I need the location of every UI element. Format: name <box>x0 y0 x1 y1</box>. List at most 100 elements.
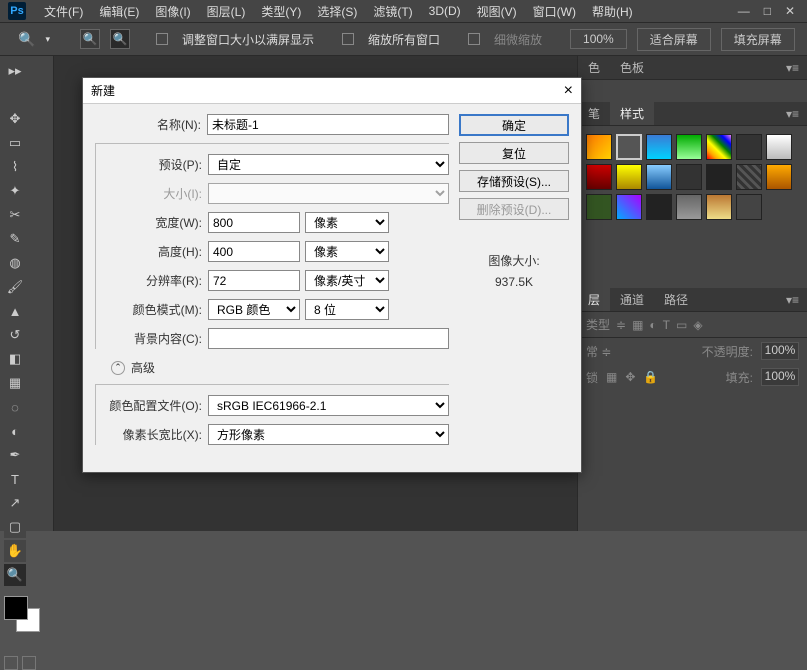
foreground-color-swatch[interactable] <box>4 596 28 620</box>
menu-view[interactable]: 视图(V) <box>469 3 525 20</box>
zoom-all-checkbox[interactable] <box>342 33 354 45</box>
style-swatch[interactable] <box>736 134 762 160</box>
panel-menu-icon[interactable]: ▾≡ <box>778 293 807 307</box>
zoom-tool[interactable]: 🔍 <box>4 564 26 586</box>
zoom-out-button[interactable]: 🔍 <box>110 29 130 49</box>
filter-adjust-icon[interactable]: ◐ <box>649 318 656 332</box>
type-tool[interactable]: T <box>4 468 26 490</box>
style-swatch[interactable] <box>706 134 732 160</box>
menu-image[interactable]: 图像(I) <box>147 3 198 20</box>
tab-styles[interactable]: 样式 <box>610 102 654 125</box>
lock-pixels-icon[interactable]: ▦ <box>606 370 617 384</box>
bit-depth-select[interactable]: 8 位 <box>305 299 389 320</box>
preset-select[interactable]: 自定 <box>208 154 449 175</box>
style-swatch[interactable] <box>676 194 702 220</box>
dodge-tool[interactable]: ◐ <box>4 420 26 442</box>
resolution-unit-select[interactable]: 像素/英寸 <box>305 270 389 291</box>
filter-smart-icon[interactable]: ◈ <box>693 318 702 332</box>
eyedropper-tool[interactable]: ✎ <box>4 228 26 250</box>
blur-tool[interactable]: ◌ <box>4 396 26 418</box>
marquee-tool[interactable]: ▭ <box>4 132 26 154</box>
color-swatches[interactable] <box>4 596 44 636</box>
filter-pixel-icon[interactable]: ▦ <box>632 318 643 332</box>
menu-select[interactable]: 选择(S) <box>309 3 365 20</box>
menu-file[interactable]: 文件(F) <box>36 3 91 20</box>
screen-mode[interactable] <box>4 656 36 670</box>
menu-3d[interactable]: 3D(D) <box>421 4 469 18</box>
lock-all-icon[interactable]: 🔒 <box>643 370 658 384</box>
scrubby-checkbox[interactable] <box>468 33 480 45</box>
tab-swatches[interactable]: 色板 <box>610 56 654 79</box>
gradient-tool[interactable]: ▦ <box>4 372 26 394</box>
style-swatch[interactable] <box>586 164 612 190</box>
style-swatch[interactable] <box>766 134 792 160</box>
advanced-toggle[interactable]: ⌃ 高级 <box>111 359 449 376</box>
menu-help[interactable]: 帮助(H) <box>584 3 641 20</box>
panel-menu-icon[interactable]: ▾≡ <box>778 61 807 75</box>
hand-tool[interactable]: ✋ <box>4 540 26 562</box>
resolution-input[interactable] <box>208 270 300 291</box>
expand-toolbox-icon[interactable]: ▸▸ <box>4 60 26 82</box>
menu-window[interactable]: 窗口(W) <box>525 3 584 20</box>
blend-mode-dropdown[interactable]: 常 ≑ <box>586 343 611 360</box>
style-swatch[interactable] <box>646 194 672 220</box>
cancel-button[interactable]: 复位 <box>459 142 569 164</box>
filter-type-icon[interactable]: T <box>663 318 670 332</box>
menu-layer[interactable]: 图层(L) <box>199 3 254 20</box>
menu-type[interactable]: 类型(Y) <box>253 3 309 20</box>
kind-dropdown[interactable]: ≑ <box>616 318 626 332</box>
style-swatch[interactable] <box>676 164 702 190</box>
zoom-in-button[interactable]: 🔍 <box>80 29 100 49</box>
lock-position-icon[interactable]: ✥ <box>625 370 635 384</box>
style-swatch[interactable] <box>646 164 672 190</box>
crop-tool[interactable]: ✂ <box>4 204 26 226</box>
path-tool[interactable]: ↗ <box>4 492 26 514</box>
tab-paths[interactable]: 路径 <box>654 288 698 311</box>
close-icon[interactable]: × <box>564 82 573 100</box>
style-swatch[interactable] <box>586 194 612 220</box>
zoom-100-button[interactable]: 100% <box>570 29 627 49</box>
height-unit-select[interactable]: 像素 <box>305 241 389 262</box>
save-preset-button[interactable]: 存储预设(S)... <box>459 170 569 192</box>
style-swatch[interactable] <box>766 164 792 190</box>
move-tool[interactable]: ✥ <box>4 108 26 130</box>
eraser-tool[interactable]: ◧ <box>4 348 26 370</box>
menu-filter[interactable]: 滤镜(T) <box>365 3 420 20</box>
healing-tool[interactable]: ◍ <box>4 252 26 274</box>
tab-brushes[interactable]: 笔 <box>578 102 610 125</box>
tab-channels[interactable]: 通道 <box>610 288 654 311</box>
background-select[interactable]: 透明 <box>208 328 449 349</box>
maximize-icon[interactable]: □ <box>764 4 771 18</box>
magic-wand-tool[interactable]: ✦ <box>4 180 26 202</box>
history-brush-tool[interactable]: ↺ <box>4 324 26 346</box>
stamp-tool[interactable]: ▲ <box>4 300 26 322</box>
close-icon[interactable]: ✕ <box>785 4 795 18</box>
panel-menu-icon[interactable]: ▾≡ <box>778 107 807 121</box>
brush-tool[interactable]: 🖌 <box>4 276 26 298</box>
color-mode-select[interactable]: RGB 颜色 <box>208 299 300 320</box>
color-profile-select[interactable]: sRGB IEC61966-2.1 <box>208 395 449 416</box>
shape-tool[interactable]: ▢ <box>4 516 26 538</box>
style-swatch[interactable] <box>736 164 762 190</box>
style-swatch[interactable] <box>616 194 642 220</box>
ok-button[interactable]: 确定 <box>459 114 569 136</box>
style-swatch[interactable] <box>676 134 702 160</box>
fill-input[interactable]: 100% <box>761 368 799 386</box>
style-swatch[interactable] <box>616 164 642 190</box>
pixel-aspect-select[interactable]: 方形像素 <box>208 424 449 445</box>
style-swatch[interactable] <box>646 134 672 160</box>
menu-edit[interactable]: 编辑(E) <box>91 3 147 20</box>
minimize-icon[interactable]: ― <box>738 4 750 18</box>
tab-color[interactable]: 色 <box>578 56 610 79</box>
resize-window-checkbox[interactable] <box>156 33 168 45</box>
fill-screen-button[interactable]: 填充屏幕 <box>721 28 795 51</box>
width-unit-select[interactable]: 像素 <box>305 212 389 233</box>
name-input[interactable] <box>207 114 449 135</box>
lasso-tool[interactable]: ⌇ <box>4 156 26 178</box>
style-swatch[interactable] <box>616 134 642 160</box>
opacity-input[interactable]: 100% <box>761 342 799 360</box>
tab-layers[interactable]: 层 <box>578 288 610 311</box>
filter-shape-icon[interactable]: ▭ <box>676 318 687 332</box>
style-swatch[interactable] <box>736 194 762 220</box>
dropdown-icon[interactable]: ▾ <box>45 34 50 45</box>
